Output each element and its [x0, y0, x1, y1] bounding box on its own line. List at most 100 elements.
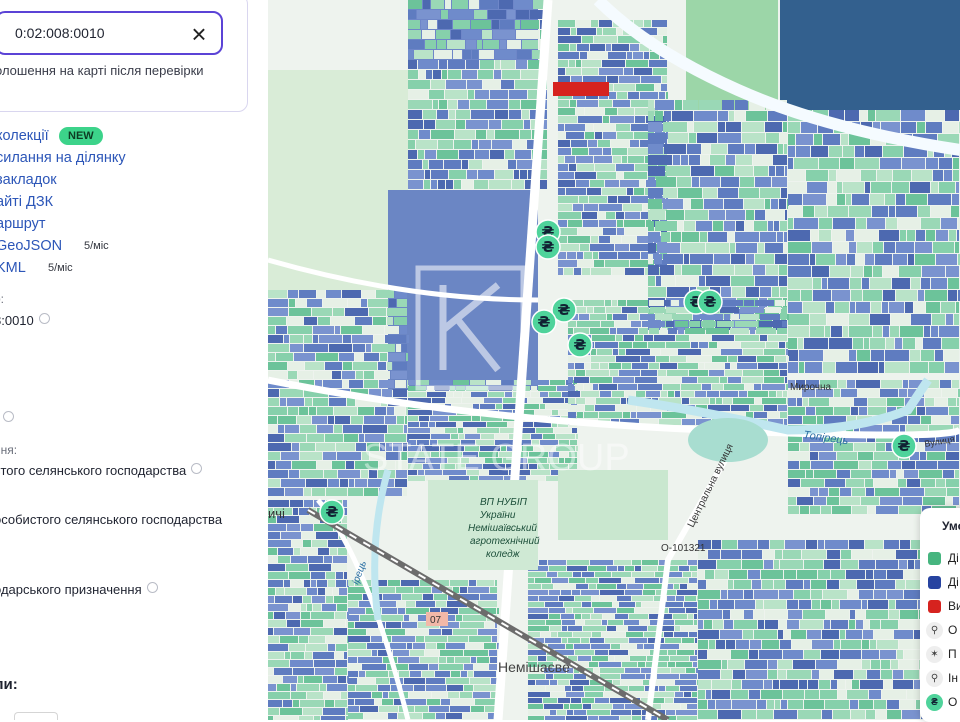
- land-parcel[interactable]: [788, 182, 806, 193]
- land-parcel[interactable]: [649, 363, 659, 369]
- land-parcel[interactable]: [624, 220, 645, 227]
- land-parcel[interactable]: [933, 242, 954, 253]
- land-parcel[interactable]: [327, 684, 347, 691]
- land-parcel[interactable]: [568, 220, 582, 227]
- land-parcel[interactable]: [853, 338, 863, 349]
- land-parcel[interactable]: [613, 100, 630, 107]
- land-parcel[interactable]: [545, 638, 561, 643]
- land-parcel[interactable]: [630, 44, 639, 51]
- land-parcel[interactable]: [823, 134, 840, 145]
- land-parcel[interactable]: [312, 488, 325, 496]
- land-parcel[interactable]: [924, 326, 930, 337]
- land-parcel[interactable]: [655, 84, 660, 91]
- land-parcel[interactable]: [665, 698, 673, 703]
- land-parcel[interactable]: [576, 20, 590, 27]
- land-parcel[interactable]: [425, 650, 439, 656]
- land-parcel[interactable]: [756, 600, 763, 609]
- land-parcel[interactable]: [857, 350, 870, 361]
- land-parcel[interactable]: [406, 407, 408, 415]
- land-parcel[interactable]: [728, 590, 743, 599]
- land-parcel[interactable]: [677, 177, 691, 187]
- land-parcel[interactable]: [470, 380, 485, 385]
- land-parcel[interactable]: [466, 643, 483, 649]
- land-parcel[interactable]: [268, 572, 288, 579]
- land-parcel[interactable]: [891, 314, 910, 325]
- land-parcel[interactable]: [603, 228, 616, 235]
- land-parcel[interactable]: [669, 608, 685, 613]
- land-parcel[interactable]: [474, 671, 496, 677]
- land-parcel[interactable]: [762, 398, 786, 404]
- land-parcel[interactable]: [585, 405, 594, 411]
- land-parcel[interactable]: [741, 342, 765, 348]
- land-parcel[interactable]: [745, 144, 755, 154]
- land-parcel[interactable]: [784, 243, 787, 253]
- land-parcel[interactable]: [897, 650, 903, 659]
- land-parcel[interactable]: [466, 120, 488, 129]
- land-parcel[interactable]: [861, 497, 879, 505]
- land-parcel[interactable]: [558, 116, 577, 123]
- land-parcel[interactable]: [558, 572, 572, 577]
- land-parcel[interactable]: [692, 692, 697, 697]
- land-parcel[interactable]: [805, 362, 822, 373]
- land-parcel[interactable]: [917, 443, 924, 451]
- land-parcel[interactable]: [637, 644, 643, 649]
- land-parcel[interactable]: [582, 212, 597, 219]
- land-parcel[interactable]: [788, 170, 805, 181]
- land-parcel[interactable]: [640, 180, 645, 187]
- land-parcel[interactable]: [503, 404, 517, 409]
- land-parcel[interactable]: [718, 710, 741, 719]
- land-parcel[interactable]: [290, 500, 303, 507]
- land-parcel[interactable]: [915, 254, 935, 265]
- land-parcel[interactable]: [754, 590, 778, 599]
- land-parcel[interactable]: [670, 356, 686, 362]
- land-parcel[interactable]: [788, 242, 811, 253]
- land-parcel[interactable]: [666, 92, 668, 99]
- land-parcel[interactable]: [326, 588, 332, 595]
- land-parcel[interactable]: [289, 470, 299, 478]
- land-parcel[interactable]: [742, 710, 756, 719]
- land-parcel[interactable]: [469, 0, 479, 9]
- land-parcel[interactable]: [471, 392, 487, 397]
- land-parcel[interactable]: [317, 580, 327, 587]
- land-parcel[interactable]: [419, 416, 429, 421]
- land-parcel[interactable]: [717, 321, 734, 327]
- land-parcel[interactable]: [283, 700, 292, 707]
- land-parcel[interactable]: [342, 290, 361, 298]
- land-parcel[interactable]: [332, 461, 345, 469]
- land-parcel[interactable]: [484, 398, 502, 403]
- land-parcel[interactable]: [745, 384, 753, 390]
- land-parcel[interactable]: [549, 392, 561, 397]
- land-parcel[interactable]: [454, 140, 471, 149]
- land-parcel[interactable]: [700, 177, 720, 187]
- land-parcel[interactable]: [590, 44, 605, 51]
- land-parcel[interactable]: [698, 600, 709, 609]
- land-parcel[interactable]: [635, 608, 659, 613]
- land-parcel[interactable]: [724, 221, 735, 231]
- land-parcel[interactable]: [636, 391, 645, 397]
- land-parcel[interactable]: [804, 560, 823, 569]
- land-parcel[interactable]: [754, 166, 768, 176]
- land-parcel[interactable]: [343, 362, 352, 370]
- land-parcel[interactable]: [641, 356, 655, 362]
- land-parcel[interactable]: [349, 380, 363, 388]
- land-parcel[interactable]: [648, 155, 672, 165]
- land-parcel[interactable]: [760, 287, 771, 297]
- land-parcel[interactable]: [294, 628, 310, 635]
- land-parcel[interactable]: [840, 600, 861, 609]
- land-parcel[interactable]: [516, 10, 529, 19]
- land-parcel[interactable]: [575, 596, 591, 601]
- land-parcel[interactable]: [336, 580, 346, 587]
- land-parcel[interactable]: [582, 614, 590, 619]
- land-parcel[interactable]: [380, 353, 387, 361]
- land-parcel[interactable]: [783, 550, 801, 559]
- land-parcel[interactable]: [907, 230, 915, 241]
- land-parcel[interactable]: [867, 670, 880, 679]
- land-parcel[interactable]: [426, 70, 432, 79]
- land-parcel[interactable]: [425, 636, 447, 642]
- land-parcel[interactable]: [426, 685, 446, 691]
- land-parcel[interactable]: [539, 560, 547, 565]
- land-parcel[interactable]: [333, 556, 347, 563]
- land-parcel[interactable]: [303, 540, 311, 547]
- land-parcel[interactable]: [489, 650, 497, 656]
- land-parcel[interactable]: [590, 377, 612, 383]
